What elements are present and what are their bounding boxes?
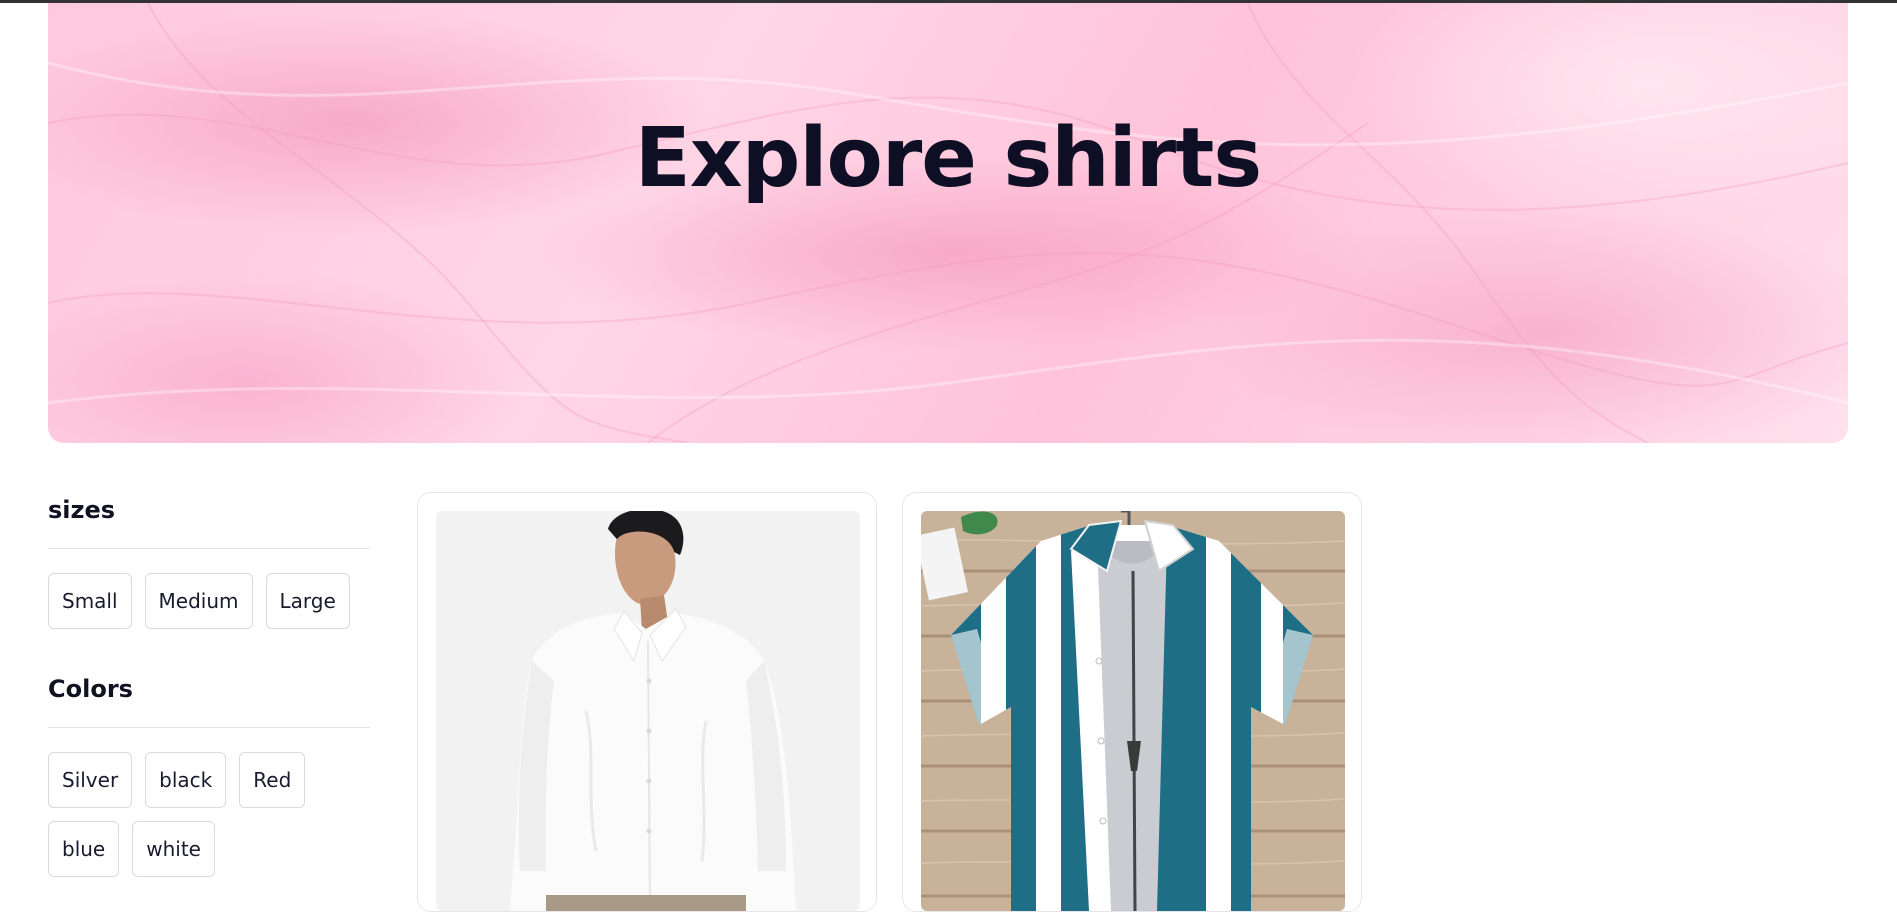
size-chip-small[interactable]: Small — [48, 573, 132, 629]
product-card[interactable] — [417, 492, 877, 912]
product-image-striped-shirt[interactable] — [921, 511, 1345, 911]
page-title: Explore shirts — [634, 111, 1262, 206]
color-chip-black[interactable]: black — [145, 752, 227, 808]
color-chip-white[interactable]: white — [132, 821, 215, 877]
color-options: Silver black Red blue white — [48, 752, 378, 877]
size-options: Small Medium Large — [48, 573, 378, 629]
color-chip-red[interactable]: Red — [239, 752, 306, 808]
sizes-filter: sizes Small Medium Large — [48, 490, 370, 629]
divider — [48, 548, 370, 549]
divider — [48, 727, 370, 728]
hero-banner: Explore shirts — [48, 3, 1848, 443]
size-chip-large[interactable]: Large — [265, 573, 350, 629]
product-image-white-shirt[interactable] — [436, 511, 860, 911]
product-card[interactable] — [902, 492, 1362, 912]
colors-heading: Colors — [48, 675, 133, 703]
color-chip-blue[interactable]: blue — [48, 821, 120, 877]
marble-texture — [48, 3, 1848, 443]
filter-sidebar: sizes Small Medium Large Colors Silver b… — [48, 490, 370, 877]
color-chip-silver[interactable]: Silver — [48, 752, 133, 808]
sizes-heading: sizes — [48, 496, 116, 524]
size-chip-medium[interactable]: Medium — [144, 573, 253, 629]
colors-filter: Colors Silver black Red blue white — [48, 669, 370, 877]
